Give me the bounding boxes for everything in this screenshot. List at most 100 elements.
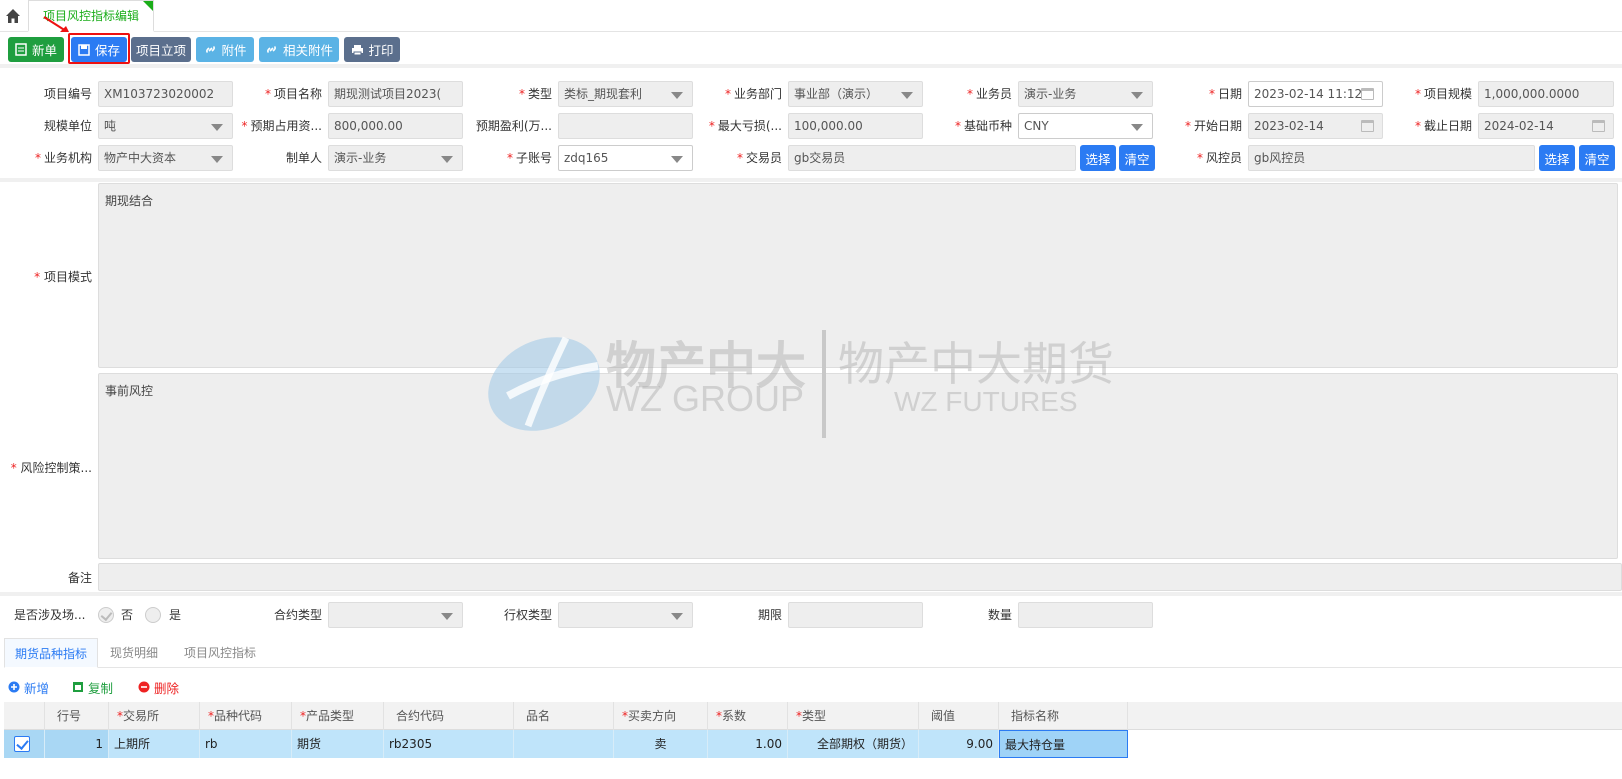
trader-field[interactable]: gb交易员 [788,145,1076,171]
sub-account-select[interactable]: zdq165 [558,145,693,171]
radio-no[interactable] [98,607,114,623]
date-field[interactable]: 2023-02-14 11:12 [1248,81,1383,107]
grid-header: 行号 *交易所 *品种代码 *产品类型 合约代码 品名 *买卖方向 *系数 *类… [4,702,1622,730]
radio-yes[interactable] [145,607,161,623]
cell-product-name[interactable] [514,730,614,758]
header-exchange: *交易所 [109,702,200,730]
date-value: 2023-02-14 11:12 [1254,87,1363,101]
related-attachment-label: 相关附件 [283,43,334,58]
cell-product-type[interactable]: 期货 [292,730,384,758]
salesman-value: 演示-业务 [1024,87,1077,101]
funds-field[interactable]: 800,000.00 [328,113,463,139]
print-label: 打印 [368,43,394,58]
funds-label: * 预期占用资... [241,119,322,133]
currency-select[interactable]: CNY [1018,113,1153,139]
profit-field[interactable] [558,113,693,139]
radio-yes-label: 是 [169,608,182,622]
currency-label: * 基础币种 [954,119,1012,133]
calendar-icon[interactable] [1361,88,1374,100]
new-label: 新单 [32,43,58,58]
term-field[interactable] [788,602,923,628]
detail-tabs: 期货品种指标 现货明细 项目风控指标 [4,638,1622,668]
org-select[interactable]: 物产中大资本 [98,145,233,171]
salesman-select[interactable]: 演示-业务 [1018,81,1153,107]
header-coefficient: *系数 [708,702,788,730]
plus-circle-icon [8,681,20,693]
project-name-field[interactable]: 期现测试项目2023( [328,81,463,107]
contract-type-label: 合约类型 [273,608,322,622]
project-name-label: * 项目名称 [264,87,322,101]
profit-label: 预期盈利(万... [475,119,552,133]
copy-icon [73,682,83,692]
contract-type-select[interactable] [328,602,463,628]
trader-clear-button[interactable]: 清空 [1119,145,1155,171]
cell-contract-code[interactable]: rb2305 [384,730,514,758]
risk-officer-field[interactable]: gb风控员 [1248,145,1535,171]
risk-select-button[interactable]: 选择 [1539,145,1575,171]
cell-threshold[interactable]: 9.00 [919,730,999,758]
header-row-no: 行号 [45,702,109,730]
cell-indicator-name[interactable]: 最大持仓量 [999,730,1128,758]
start-date-label: * 开始日期 [1184,119,1242,133]
maxloss-field[interactable]: 100,000.00 [788,113,923,139]
quantity-field[interactable] [1018,602,1153,628]
sub-account-label: * 子账号 [506,151,552,165]
header-contract-code: 合约代码 [384,702,514,730]
divider [0,178,1622,182]
type-select[interactable]: 类标_期现套利 [558,81,693,107]
attachment-button[interactable]: 附件 [196,37,254,62]
start-date-value: 2023-02-14 [1254,119,1324,133]
delete-row-button[interactable]: 删除 [138,677,179,697]
cell-type[interactable]: 全部期权（期货） [788,730,919,758]
cell-coefficient[interactable]: 1.00 [708,730,788,758]
row-checkbox-cell[interactable] [4,730,45,758]
tab-futures-indicators[interactable]: 期货品种指标 [4,638,98,668]
cell-variety-code[interactable]: rb [200,730,292,758]
exercise-type-select[interactable] [558,602,693,628]
project-mode-textarea[interactable]: 期现结合 [98,183,1618,368]
project-no-label: 项目编号 [43,87,92,101]
org-label: * 业务机构 [34,151,92,165]
header-product-name: 品名 [514,702,614,730]
tab-project-risk-indicators[interactable]: 项目风控指标 [174,638,266,668]
calendar-icon[interactable] [1592,120,1605,132]
maker-label: 制单人 [285,151,322,165]
maxloss-label: * 最大亏损(... [708,119,782,133]
link-icon [267,45,276,54]
row-checkbox[interactable] [14,736,30,752]
header-threshold: 阈值 [919,702,999,730]
link-icon [205,45,215,54]
tab-spot-details[interactable]: 现货明细 [100,638,168,668]
calendar-icon[interactable] [1361,120,1374,132]
unit-select[interactable]: 吨 [98,113,233,139]
header-product-type: *产品类型 [292,702,384,730]
remark-field[interactable] [98,563,1622,591]
copy-row-button[interactable]: 复制 [72,677,113,697]
add-row-label: 新增 [24,680,50,696]
currency-value: CNY [1024,119,1049,133]
trader-select-button[interactable]: 选择 [1080,145,1116,171]
unit-label: 规模单位 [43,119,92,133]
trader-label: * 交易员 [736,151,782,165]
print-button[interactable]: 打印 [344,37,400,62]
related-attachment-button[interactable]: 相关附件 [259,37,339,62]
table-row[interactable]: 1 上期所 rb 期货 rb2305 卖 1.00 全部期权（期货） 9.00 … [4,730,1622,758]
scale-field[interactable]: 1,000,000.0000 [1478,81,1614,107]
risk-strategy-textarea[interactable]: 事前风控 [98,373,1618,559]
copy-row-label: 复制 [88,680,114,696]
risk-clear-button[interactable]: 清空 [1579,145,1615,171]
home-icon[interactable] [2,5,24,27]
project-no-field[interactable]: XM103723020002 [98,81,233,107]
new-button[interactable]: 新单 [8,37,64,62]
start-date-field[interactable]: 2023-02-14 [1248,113,1383,139]
maker-select[interactable]: 演示-业务 [328,145,463,171]
exercise-type-label: 行权类型 [503,608,552,622]
end-date-field[interactable]: 2024-02-14 [1478,113,1614,139]
project-setup-button[interactable]: 项目立项 [131,37,191,62]
dept-select[interactable]: 事业部（演示） [788,81,923,107]
cell-direction[interactable]: 卖 [614,730,708,758]
add-row-button[interactable]: 新增 [8,677,49,697]
cell-exchange[interactable]: 上期所 [109,730,200,758]
attachment-label: 附件 [221,43,247,58]
print-icon [351,44,363,55]
